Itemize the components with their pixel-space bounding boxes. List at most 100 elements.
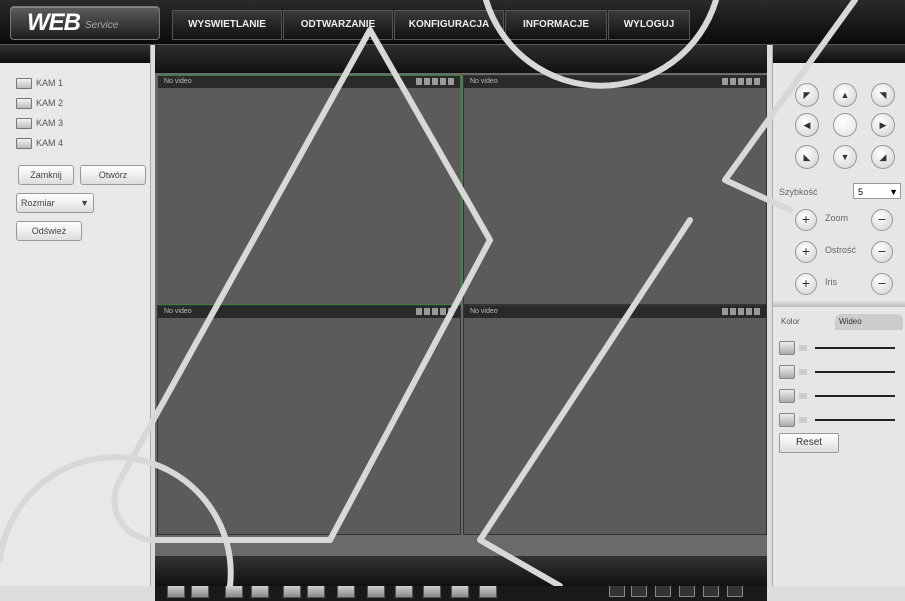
video-cell-4[interactable]: No video	[463, 305, 767, 535]
open-all-button[interactable]: Otwórz	[80, 165, 146, 185]
slider-track[interactable]	[815, 395, 895, 397]
video-cell-2[interactable]: No video	[463, 75, 767, 305]
left-panel-header	[0, 45, 150, 63]
audio-icon[interactable]	[432, 78, 438, 85]
tab-video[interactable]: Wideo	[835, 314, 903, 330]
close-icon[interactable]	[448, 308, 454, 315]
zoom-icon[interactable]	[746, 308, 752, 315]
tab-info[interactable]: INFORMACJE	[505, 10, 607, 40]
camera-label: KAM 3	[36, 118, 64, 128]
snapshot-icon[interactable]	[730, 308, 736, 315]
close-icon[interactable]	[754, 308, 760, 315]
speed-select[interactable]: 5 ▼	[853, 183, 901, 199]
iris-control: + Iris −	[795, 273, 895, 295]
audio-icon[interactable]	[432, 308, 438, 315]
iris-close-button[interactable]: −	[871, 273, 893, 295]
video-cell-titlebar: No video	[158, 306, 460, 318]
zoom-icon[interactable]	[440, 78, 446, 85]
brightness-icon	[779, 341, 795, 355]
refresh-button[interactable]: Odśwież	[16, 221, 82, 241]
size-select[interactable]: Rozmiar ▼	[16, 193, 94, 213]
tab-playback[interactable]: ODTWARZANIE	[283, 10, 393, 40]
focus-control: + Ostrość −	[795, 241, 895, 263]
video-cell-titlebar: No video	[464, 306, 766, 318]
ptz-right-button[interactable]: ▶	[871, 113, 895, 137]
camera-icon	[16, 137, 32, 149]
video-cell-title: No video	[164, 308, 192, 315]
ptz-up-right-button[interactable]: ◥	[871, 83, 895, 107]
zoom-in-button[interactable]: +	[795, 209, 817, 231]
cell-control-icons[interactable]	[722, 308, 760, 316]
slider-track[interactable]	[815, 371, 895, 373]
close-all-button[interactable]: Zamknij	[18, 165, 74, 185]
zoom-icon[interactable]	[440, 308, 446, 315]
hue-icon	[779, 413, 795, 427]
ptz-up-left-button[interactable]: ◤	[795, 83, 819, 107]
audio-icon[interactable]	[738, 308, 744, 315]
audio-icon[interactable]	[738, 78, 744, 85]
record-icon[interactable]	[416, 78, 422, 85]
ptz-up-button[interactable]: ▲	[833, 83, 857, 107]
tab-live[interactable]: WYSWIETLANIE	[172, 10, 282, 40]
panel-divider	[773, 299, 905, 307]
tab-color[interactable]: Kolor	[777, 314, 804, 330]
camera-item-4[interactable]: KAM 4	[16, 135, 63, 151]
slider-track[interactable]	[815, 347, 895, 349]
brightness-slider[interactable]	[779, 339, 899, 357]
focus-out-button[interactable]: −	[871, 241, 893, 263]
saturation-slider[interactable]	[779, 387, 899, 405]
cell-control-icons[interactable]	[416, 308, 454, 316]
camera-item-2[interactable]: KAM 2	[16, 95, 63, 111]
logo: WEB Service	[10, 6, 160, 40]
close-icon[interactable]	[448, 78, 454, 85]
camera-icon	[16, 97, 32, 109]
ptz-left-button[interactable]: ◀	[795, 113, 819, 137]
camera-item-1[interactable]: KAM 1	[16, 75, 63, 91]
focus-in-button[interactable]: +	[795, 241, 817, 263]
contrast-slider[interactable]	[779, 363, 899, 381]
zoom-label: Zoom	[825, 213, 849, 223]
record-icon[interactable]	[722, 78, 728, 85]
video-grid: No video No video No video No video	[155, 73, 767, 579]
zoom-icon[interactable]	[746, 78, 752, 85]
record-icon[interactable]	[416, 308, 422, 315]
slider-track[interactable]	[815, 419, 895, 421]
ptz-down-left-button[interactable]: ◣	[795, 145, 819, 169]
size-select-value: Rozmiar	[21, 198, 55, 208]
focus-label: Ostrość	[825, 245, 857, 255]
tab-config[interactable]: KONFIGURACJA	[394, 10, 504, 40]
ptz-center-button[interactable]	[833, 113, 857, 137]
camera-icon	[16, 117, 32, 129]
reset-button[interactable]: Reset	[779, 433, 839, 453]
hue-slider[interactable]	[779, 411, 899, 429]
camera-label: KAM 2	[36, 98, 64, 108]
video-cell-1[interactable]: No video	[157, 75, 461, 305]
video-cell-title: No video	[470, 308, 498, 315]
contrast-icon	[779, 365, 795, 379]
slider-handle	[799, 345, 807, 351]
record-icon[interactable]	[722, 308, 728, 315]
snapshot-icon[interactable]	[424, 78, 430, 85]
speed-select-value: 5	[858, 187, 864, 197]
camera-label: KAM 4	[36, 138, 64, 148]
logo-main-text: WEB	[27, 9, 81, 36]
iris-open-button[interactable]: +	[795, 273, 817, 295]
ptz-panel: ◤ ▲ ◥ ◀ ▶ ◣ ▼ ◢ Szybkość 5 ▼ + Zoom − + …	[772, 45, 905, 586]
video-cell-title: No video	[470, 78, 498, 85]
cell-control-icons[interactable]	[416, 78, 454, 86]
ptz-down-right-button[interactable]: ◢	[871, 145, 895, 169]
close-icon[interactable]	[754, 78, 760, 85]
camera-item-3[interactable]: KAM 3	[16, 115, 63, 131]
iris-label: Iris	[825, 277, 837, 287]
video-cell-title: No video	[164, 78, 192, 85]
video-cell-titlebar: No video	[158, 76, 460, 88]
snapshot-icon[interactable]	[424, 308, 430, 315]
ptz-down-button[interactable]: ▼	[833, 145, 857, 169]
video-cell-3[interactable]: No video	[157, 305, 461, 535]
left-panel: KAM 1 KAM 2 KAM 3 KAM 4 Zamknij Otwórz R…	[0, 45, 151, 586]
snapshot-icon[interactable]	[730, 78, 736, 85]
video-area: No video No video No video No video	[155, 45, 767, 601]
cell-control-icons[interactable]	[722, 78, 760, 86]
zoom-out-button[interactable]: −	[871, 209, 893, 231]
tab-logout[interactable]: WYLOGUJ	[608, 10, 690, 40]
